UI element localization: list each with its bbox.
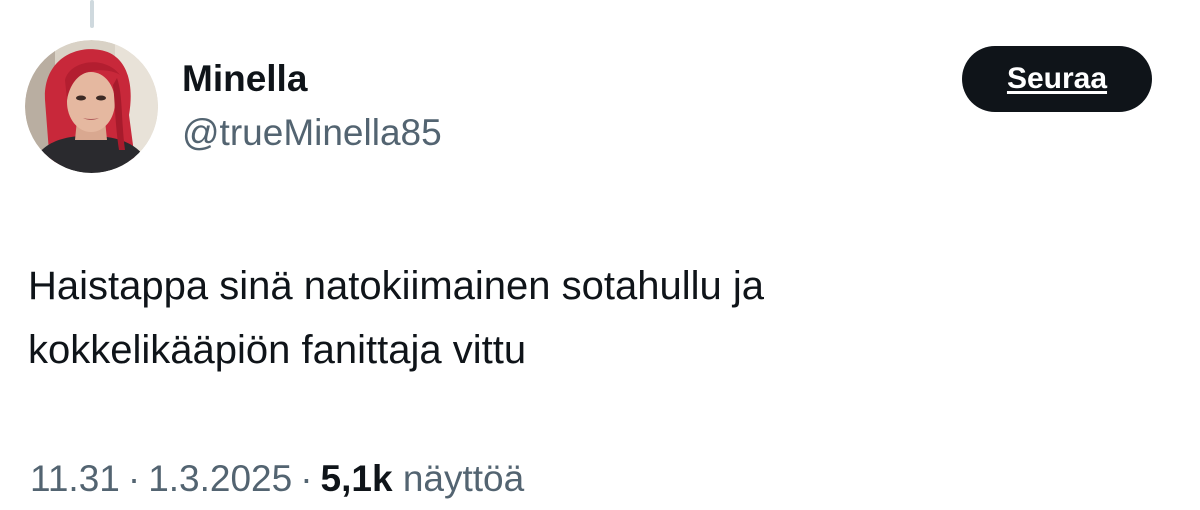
follow-button[interactable]: Seuraa	[962, 46, 1152, 112]
thread-connector-line	[90, 0, 94, 28]
avatar[interactable]	[25, 40, 158, 173]
meta-separator: ·	[300, 458, 313, 499]
author-display-name[interactable]: Minella	[182, 55, 442, 103]
tweet-text-line: Haistappa sinä natokiimainen sotahullu j…	[28, 264, 765, 308]
views-label: näyttöä	[402, 458, 525, 499]
tweet-meta: 11.31 · 1.3.2025 · 5,1k näyttöä	[30, 455, 524, 503]
author-info: Minella @trueMinella85	[182, 55, 442, 157]
views-count: 5,1k	[320, 458, 393, 499]
meta-separator: ·	[127, 458, 141, 499]
tweet-text: Haistappa sinä natokiimainen sotahullu j…	[28, 254, 1158, 382]
avatar-photo	[25, 40, 158, 173]
tweet-time[interactable]: 11.31	[30, 458, 120, 499]
tweet-date[interactable]: 1.3.2025	[148, 458, 292, 499]
author-handle[interactable]: @trueMinella85	[182, 109, 442, 157]
tweet-text-line: kokkelikääpiön fanittaja vittu	[28, 328, 527, 372]
